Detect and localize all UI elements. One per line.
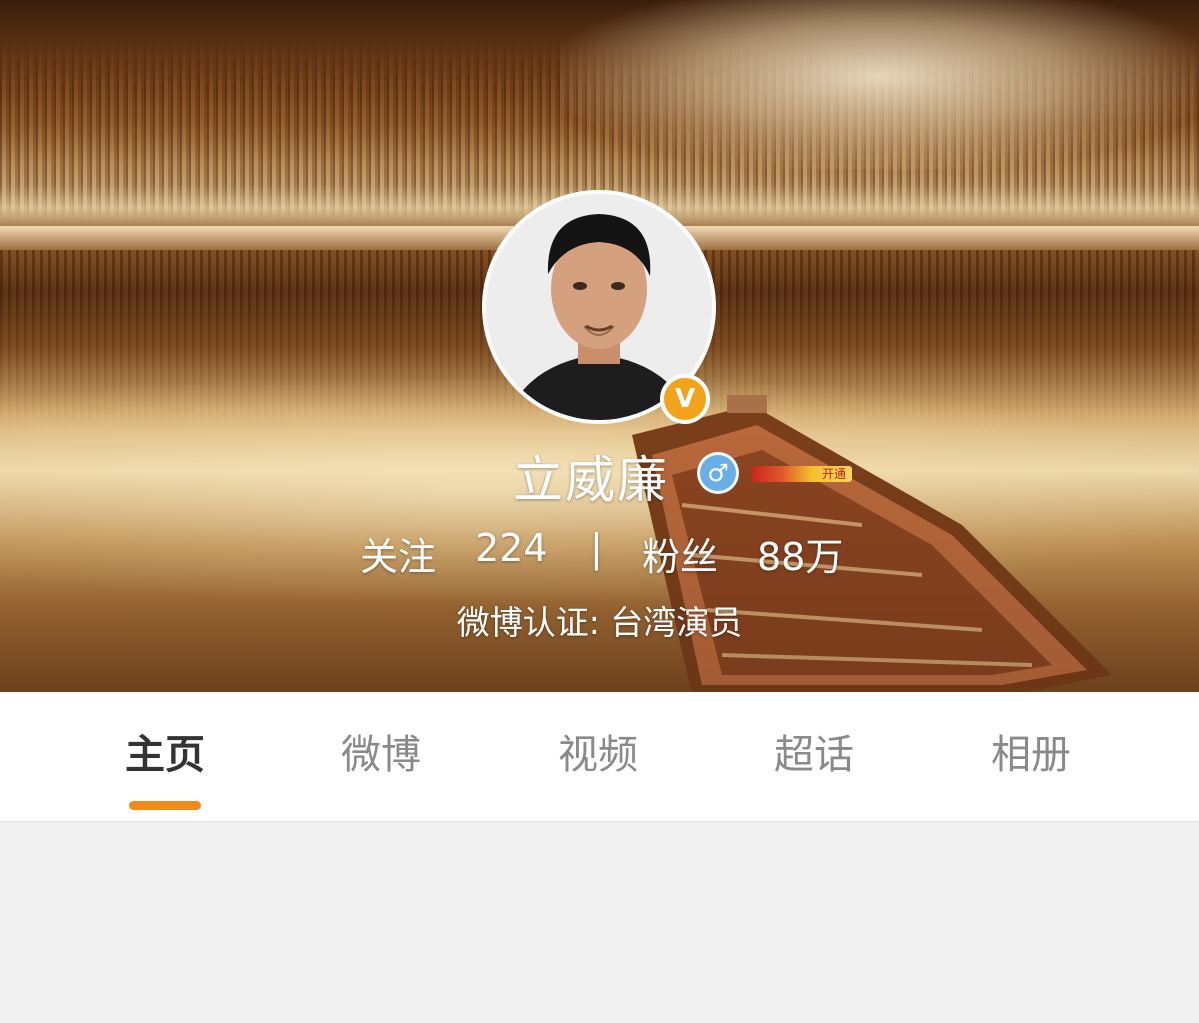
profile-tabs: 主页 微博 视频 超话 相册 bbox=[0, 692, 1199, 822]
verified-icon: V bbox=[660, 374, 710, 424]
cover-mist bbox=[560, 0, 1199, 170]
tab-home[interactable]: 主页 bbox=[65, 722, 265, 780]
following-count[interactable]: 224 bbox=[475, 526, 548, 570]
verification-text: 微博认证: 台湾演员 bbox=[456, 603, 743, 642]
tab-album[interactable]: 相册 bbox=[931, 722, 1131, 780]
stats-divider: | bbox=[590, 526, 603, 570]
following-label[interactable]: 关注 bbox=[360, 526, 436, 581]
male-icon: ♂ bbox=[697, 452, 739, 494]
active-tab-indicator bbox=[129, 801, 201, 810]
fans-count[interactable]: 88万 bbox=[757, 526, 843, 581]
member-badge[interactable]: 开通 bbox=[752, 466, 852, 482]
content-area bbox=[0, 822, 1199, 1023]
profile-stats: 关注 224 | 粉丝 88万 bbox=[0, 526, 1199, 582]
name-row: 立威廉 ♂ 开通 bbox=[0, 440, 1199, 510]
tab-video[interactable]: 视频 bbox=[498, 722, 698, 780]
tab-weibo[interactable]: 微博 bbox=[281, 722, 481, 780]
profile-name: 立威廉 bbox=[513, 451, 669, 509]
tab-super-topic[interactable]: 超话 bbox=[714, 722, 914, 780]
fans-label[interactable]: 粉丝 bbox=[642, 526, 718, 581]
profile-page: V 立威廉 ♂ 开通 关注 224 | 粉丝 88万 微博认证: 台湾演员 主页… bbox=[0, 0, 1199, 1023]
